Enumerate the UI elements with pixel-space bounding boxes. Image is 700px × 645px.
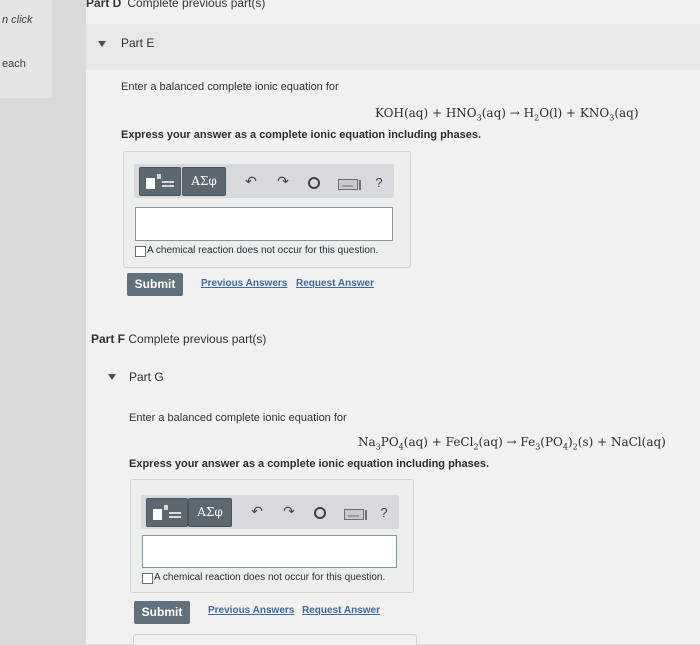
- greek-symbols-icon[interactable]: ΑΣφ: [188, 498, 232, 527]
- part-g-equation: Na3PO4(aq) + FeCl2(aq) → Fe3(PO4)2(s) + …: [358, 435, 666, 452]
- left-sidebar-panel: n click each: [0, 0, 52, 98]
- reset-icon[interactable]: [313, 506, 327, 525]
- part-e-request-answer-link[interactable]: Request Answer: [296, 278, 374, 289]
- part-e-prompt: Enter a balanced complete ionic equation…: [121, 81, 339, 93]
- caret-down-icon[interactable]: [108, 374, 116, 380]
- keyboard-icon[interactable]: [344, 508, 368, 526]
- part-e-title[interactable]: Part E: [121, 36, 154, 50]
- part-e-submit-button[interactable]: Submit: [127, 273, 183, 296]
- part-e-equation: KOH(aq) + HNO3(aq) → H2O(l) + KNO3(aq): [375, 106, 639, 123]
- undo-icon[interactable]: ↶: [250, 503, 264, 520]
- part-e-previous-answers-link[interactable]: Previous Answers: [201, 278, 287, 289]
- redo-icon[interactable]: ↷: [282, 503, 296, 520]
- part-g-title[interactable]: Part G: [129, 370, 164, 384]
- part-e-answer-input[interactable]: [135, 207, 393, 241]
- part-g-submit-button[interactable]: Submit: [134, 601, 190, 624]
- sidebar-text-click: n click: [2, 14, 33, 26]
- greek-symbols-icon[interactable]: ΑΣφ: [182, 167, 226, 196]
- part-d-label: Part D: [86, 0, 122, 10]
- undo-icon[interactable]: ↶: [244, 173, 258, 190]
- part-d-header: Part D Complete previous part(s): [86, 0, 265, 10]
- redo-icon[interactable]: ↷: [276, 173, 290, 190]
- part-f-status: Complete previous part(s): [128, 332, 267, 346]
- help-icon[interactable]: ?: [373, 175, 385, 190]
- next-part-panel: [133, 634, 417, 645]
- part-g-answer-input[interactable]: [142, 535, 397, 568]
- keyboard-icon[interactable]: [338, 178, 362, 196]
- part-d-status: Complete previous part(s): [127, 0, 266, 10]
- part-g-instructions: Express your answer as a complete ionic …: [129, 458, 490, 470]
- part-g-request-answer-link[interactable]: Request Answer: [302, 605, 380, 616]
- part-g-no-reaction-label[interactable]: A chemical reaction does not occur for t…: [154, 572, 385, 583]
- caret-down-icon[interactable]: [98, 41, 106, 47]
- part-g-prompt: Enter a balanced complete ionic equation…: [129, 412, 347, 424]
- part-e-instructions: Express your answer as a complete ionic …: [121, 129, 482, 141]
- help-icon[interactable]: ?: [378, 505, 390, 520]
- sidebar-text-each: each: [2, 58, 26, 70]
- part-g-no-reaction-checkbox[interactable]: [142, 573, 153, 584]
- part-f-header: Part F Complete previous part(s): [91, 332, 266, 346]
- reset-icon[interactable]: [307, 176, 321, 195]
- templates-icon[interactable]: [146, 498, 188, 527]
- part-e-header-bar[interactable]: [86, 24, 700, 70]
- templates-icon[interactable]: [139, 167, 181, 196]
- part-g-previous-answers-link[interactable]: Previous Answers: [208, 605, 294, 616]
- part-e-no-reaction-label[interactable]: A chemical reaction does not occur for t…: [147, 245, 378, 256]
- part-e-no-reaction-checkbox[interactable]: [135, 246, 146, 257]
- part-f-label: Part F: [91, 332, 126, 346]
